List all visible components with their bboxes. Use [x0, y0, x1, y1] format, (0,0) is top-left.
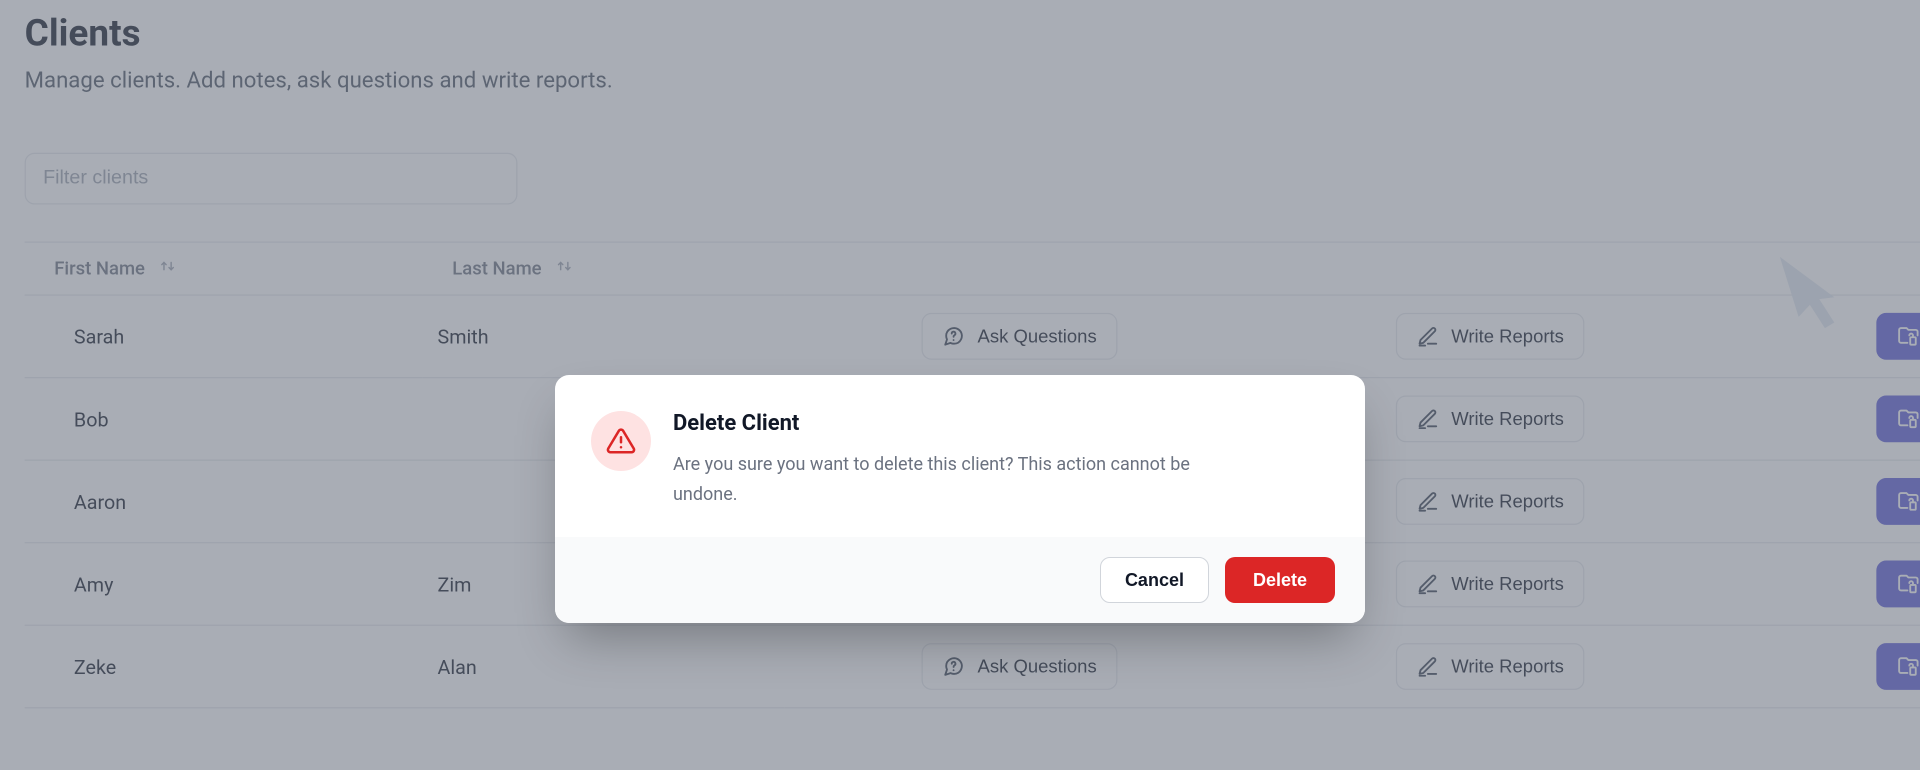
delete-client-dialog: Delete Client Are you sure you want to d… — [555, 375, 1365, 623]
cancel-button[interactable]: Cancel — [1100, 557, 1209, 603]
delete-button[interactable]: Delete — [1225, 557, 1335, 603]
modal-overlay[interactable]: Delete Client Are you sure you want to d… — [0, 0, 1920, 770]
dialog-description: Are you sure you want to delete this cli… — [673, 450, 1253, 509]
dialog-title: Delete Client — [673, 411, 1253, 436]
alert-triangle-icon — [591, 411, 651, 471]
dialog-footer: Cancel Delete — [555, 537, 1365, 623]
